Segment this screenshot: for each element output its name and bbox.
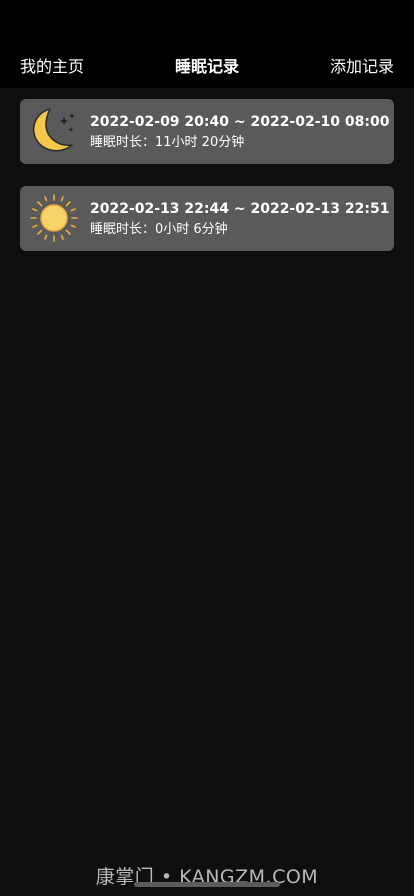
home-indicator[interactable] (134, 882, 280, 887)
sun-icon (30, 194, 78, 242)
record-time-range: 2022-02-09 20:40 ~ 2022-02-10 08:00 (90, 114, 390, 130)
sleep-record-card[interactable]: 2022-02-13 22:44 ~ 2022-02-13 22:51 睡眠时长… (20, 186, 394, 251)
nav-bar: 我的主页 睡眠记录 添加记录 (0, 0, 414, 88)
add-record-button[interactable]: 添加记录 (330, 56, 394, 78)
sleep-record-card[interactable]: 2022-02-09 20:40 ~ 2022-02-10 08:00 睡眠时长… (20, 99, 394, 164)
record-time-range: 2022-02-13 22:44 ~ 2022-02-13 22:51 (90, 201, 390, 217)
record-duration: 睡眠时长：11小时 20分钟 (90, 135, 245, 150)
my-home-button[interactable]: 我的主页 (20, 56, 84, 78)
record-duration: 睡眠时长：0小时 6分钟 (90, 222, 228, 237)
moon-icon (32, 108, 75, 152)
app-screen: 我的主页 睡眠记录 添加记录 2022-02-09 20:40 ~ 2022-0… (0, 0, 414, 896)
